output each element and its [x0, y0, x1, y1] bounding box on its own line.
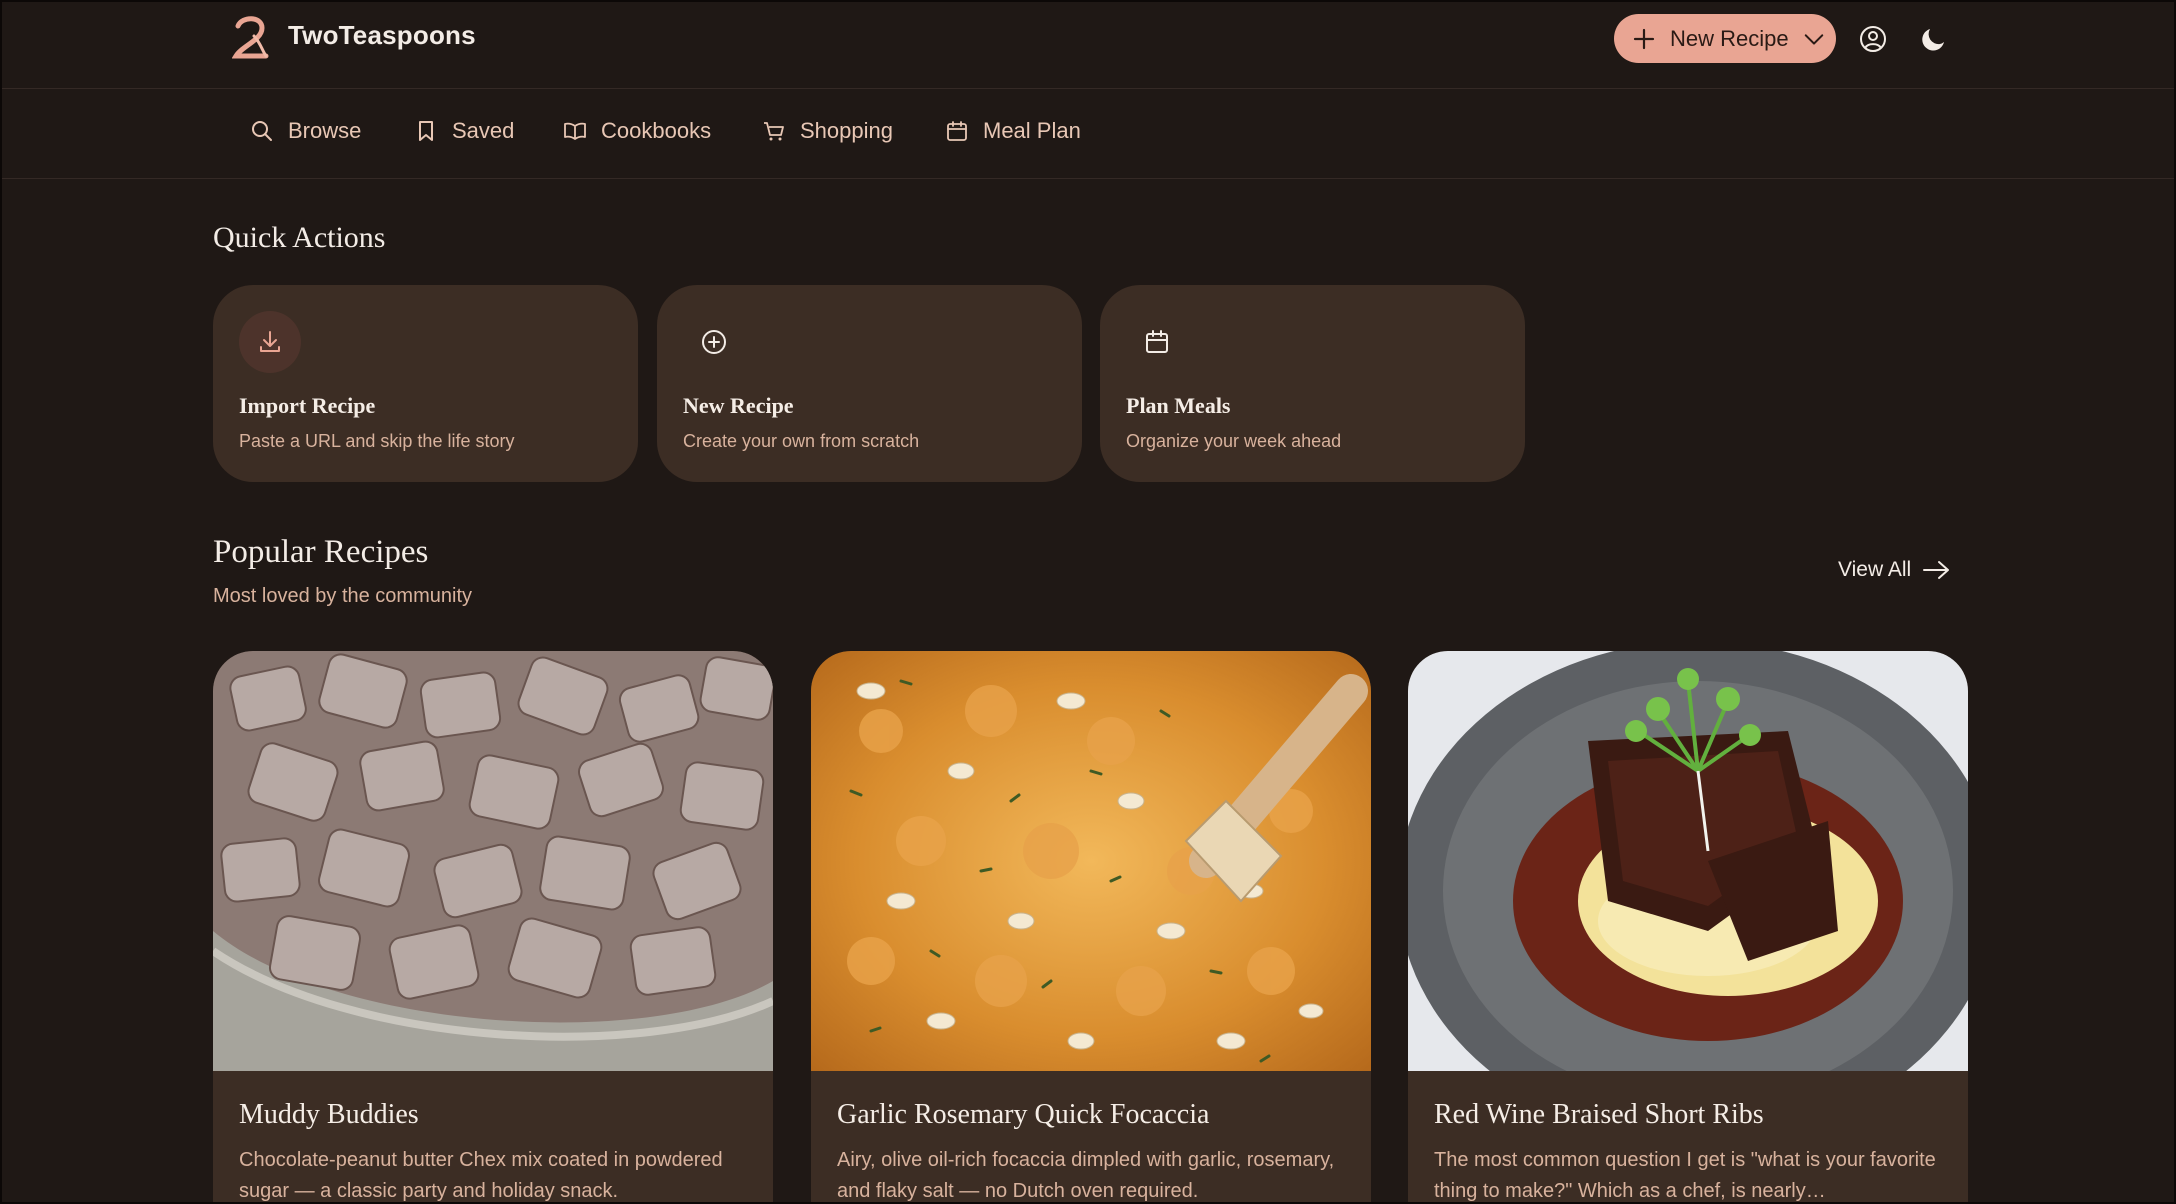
- short-ribs-photo[interactable]: [1408, 651, 1968, 1071]
- nav-item-label: Browse: [288, 118, 362, 143]
- nav-item-label: Cookbooks: [601, 118, 712, 143]
- card-title: New Recipe: [683, 393, 794, 418]
- new-recipe-label: New Recipe: [1670, 25, 1789, 51]
- icon-badge: [239, 311, 301, 373]
- calendar-icon: [1146, 330, 1168, 353]
- arrow-right-icon: [1923, 561, 1950, 579]
- recipe-title: Red Wine Braised Short Ribs: [1434, 1099, 1764, 1130]
- plan-meals-card[interactable]: Plan Meals Organize your week ahead: [1100, 285, 1525, 482]
- view-all-label: View All: [1838, 558, 1912, 581]
- nav-item-shopping[interactable]: Shopping: [762, 118, 893, 144]
- recipe-card[interactable]: Garlic Rosemary Quick Focaccia Airy, oli…: [811, 651, 1371, 1202]
- recipe-title: Muddy Buddies: [239, 1099, 419, 1130]
- new-recipe-button[interactable]: New Recipe: [1614, 14, 1836, 63]
- popular-recipes-subtitle: Most loved by the community: [213, 585, 472, 607]
- import-recipe-card[interactable]: Import Recipe Paste a URL and skip the l…: [213, 285, 638, 482]
- nav-item-browse[interactable]: Browse: [250, 118, 361, 144]
- cart-icon: [764, 122, 784, 141]
- user-circle-icon[interactable]: [1858, 24, 1888, 54]
- plus-icon: [1633, 28, 1655, 49]
- card-title: Import Recipe: [239, 393, 376, 418]
- two-teaspoons-logo[interactable]: [232, 12, 272, 62]
- nav-item-label: Saved: [452, 118, 515, 143]
- nav-item-meal-plan[interactable]: Meal Plan: [945, 118, 1081, 144]
- recipe-description: Chocolate-peanut butter Chex mix coated …: [239, 1149, 723, 1202]
- focaccia-photo[interactable]: [811, 651, 1371, 1071]
- moon-icon[interactable]: [1919, 24, 1949, 54]
- nav-item-saved[interactable]: Saved: [414, 118, 514, 144]
- brand-name[interactable]: TwoTeaspoons: [288, 20, 476, 51]
- recipe-card[interactable]: Muddy Buddies Chocolate-peanut butter Ch…: [213, 651, 773, 1202]
- calendar-icon: [947, 121, 967, 141]
- view-all-link[interactable]: View All: [1838, 558, 1951, 582]
- icon-badge: [1126, 311, 1188, 373]
- book-open-icon: [564, 122, 586, 140]
- recipe-description: The most common question I get is "what …: [1434, 1149, 1936, 1202]
- recipe-description: Airy, olive oil-rich focaccia dimpled wi…: [837, 1149, 1335, 1202]
- nav-item-label: Meal Plan: [983, 118, 1081, 143]
- nav-item-label: Shopping: [800, 118, 893, 143]
- new-recipe-card[interactable]: New Recipe Create your own from scratch: [657, 285, 1082, 482]
- card-description: Organize your week ahead: [1126, 431, 1342, 451]
- recipe-card[interactable]: Red Wine Braised Short Ribs The most com…: [1408, 651, 1968, 1202]
- recipe-title: Garlic Rosemary Quick Focaccia: [837, 1099, 1210, 1130]
- plus-circle-icon: [702, 330, 726, 354]
- quick-actions-title: Quick Actions: [213, 221, 386, 254]
- download-icon: [260, 331, 280, 352]
- popular-recipes-title: Popular Recipes: [213, 534, 429, 570]
- top-bar: TwoTeaspoons New Recipe: [2, 2, 2174, 89]
- muddy-buddies-photo[interactable]: [213, 651, 773, 1071]
- card-description: Create your own from scratch: [683, 431, 920, 451]
- chevron-down-icon: [1804, 33, 1823, 45]
- nav-item-cookbooks[interactable]: Cookbooks: [563, 118, 711, 144]
- search-icon: [252, 121, 272, 141]
- card-title: Plan Meals: [1126, 393, 1231, 418]
- app-window: TwoTeaspoons New Recipe Browse Saved Coo…: [0, 0, 2176, 1204]
- bookmark-icon: [419, 121, 433, 141]
- main-nav: Browse Saved Cookbooks Shopping Meal Pla…: [2, 90, 2174, 179]
- icon-badge: [683, 311, 745, 373]
- card-description: Paste a URL and skip the life story: [239, 431, 515, 451]
